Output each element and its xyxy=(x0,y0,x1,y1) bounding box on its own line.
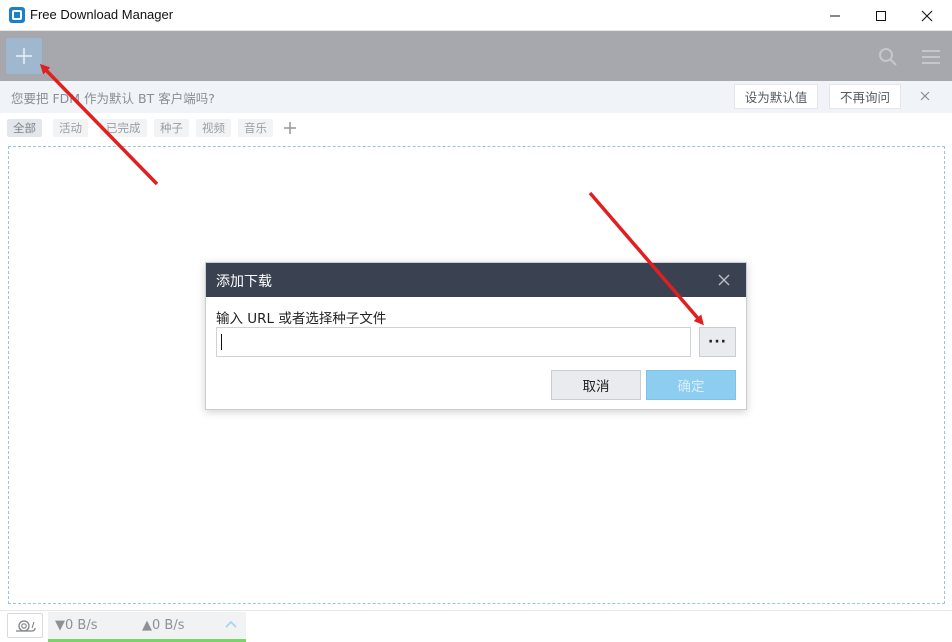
url-input[interactable] xyxy=(216,327,691,357)
hamburger-menu-icon[interactable] xyxy=(920,46,942,68)
browse-torrent-button[interactable]: ··· xyxy=(699,327,736,357)
url-field-label: 输入 URL 或者选择种子文件 xyxy=(216,311,387,327)
dialog-header xyxy=(206,263,746,297)
ok-button[interactable]: 确定 xyxy=(646,370,736,400)
toolbar xyxy=(0,31,952,81)
notice-text: 您要把 FDM 作为默认 BT 客户端吗? xyxy=(11,91,215,106)
filter-tab-music[interactable]: 音乐 xyxy=(238,119,273,137)
filter-tab-all[interactable]: 全部 xyxy=(7,119,42,137)
snail-icon xyxy=(16,619,36,632)
close-icon xyxy=(921,10,933,21)
dialog-title: 添加下载 xyxy=(216,274,272,290)
set-default-button[interactable]: 设为默认值 xyxy=(734,84,818,109)
close-icon[interactable] xyxy=(716,272,732,288)
search-icon[interactable] xyxy=(877,46,899,68)
filter-tab-torrents[interactable]: 种子 xyxy=(154,119,189,137)
chevron-up-icon[interactable] xyxy=(224,618,238,632)
maximize-icon xyxy=(876,10,886,21)
maximize-button[interactable] xyxy=(858,0,904,31)
close-icon[interactable] xyxy=(917,88,933,104)
plus-icon xyxy=(16,48,32,64)
minimize-button[interactable] xyxy=(812,0,858,31)
filter-tab-completed[interactable]: 已完成 xyxy=(100,119,147,137)
speed-limit-button[interactable] xyxy=(7,613,43,638)
add-download-button[interactable] xyxy=(6,38,42,74)
text-caret xyxy=(221,334,222,350)
plus-icon[interactable] xyxy=(281,119,299,137)
never-ask-button[interactable]: 不再询问 xyxy=(829,84,901,109)
download-speed: ▼0 B/s xyxy=(55,618,98,633)
cancel-button[interactable]: 取消 xyxy=(551,370,641,400)
minimize-icon xyxy=(830,15,840,16)
app-logo-icon xyxy=(9,7,25,23)
filter-tab-active[interactable]: 活动 xyxy=(53,119,88,137)
close-window-button[interactable] xyxy=(904,0,950,31)
window-title: Free Download Manager xyxy=(30,7,174,22)
upload-speed: ▲0 B/s xyxy=(142,618,185,633)
filter-tab-video[interactable]: 视频 xyxy=(196,119,231,137)
